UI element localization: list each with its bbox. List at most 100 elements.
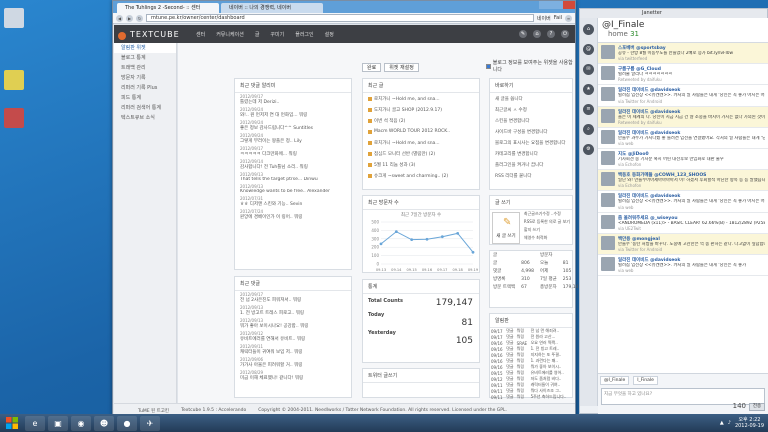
fail-label[interactable]: Fail (554, 15, 562, 21)
power-icon[interactable]: ⏻ (561, 30, 569, 38)
post-item[interactable]: Macm WORLD TOUR 2012 ROCK.. (363, 126, 479, 137)
timeline[interactable]: 스포베버 @sportsbay 공유 - 한방 8월 이동무도를 만들었다 2배로… (598, 43, 768, 373)
reply-item[interactable]: 2012/09/11 캐릭터들이 귀여워 보입 저.. 뭐링 (235, 343, 351, 356)
avatar[interactable] (601, 151, 615, 166)
shortcut-link[interactable]: 카테고리를 변경합니다 (490, 148, 572, 159)
footer-home[interactable]: TuME 된 트고킨 (138, 408, 169, 414)
mention-icon[interactable]: @ (583, 44, 594, 55)
tweet[interactable]: 지도 @JiDoo0 기자회견 중 기자분 혹시 어린 대선후보 만임화로 대판 … (598, 149, 768, 171)
reply-item[interactable]: 2012/09/12 유비트에러를 연해서 유비트.. 뭐링 (235, 330, 351, 343)
post-item[interactable]: 슈크게 ~sweet and charming.. (2) (363, 170, 479, 181)
menu-item[interactable]: 꾸미기 (270, 31, 284, 38)
sidebar-item[interactable]: 방문자 기록 (114, 73, 176, 83)
tweet[interactable]: 일라진 데이비드 @davidseok 만들수 과수가 가지다웠 좋 틀려젼 입선… (598, 128, 768, 150)
blog-info-checkbox[interactable]: 블로그 정보를 보여주는 위젯을 사용합니다 (486, 59, 575, 73)
comment-item[interactable]: 2012/09/24 그렇게 부러이는 왕플은 정.. Lily (235, 132, 351, 145)
sidebar-item[interactable]: 트래백 관리 (114, 63, 176, 73)
folder-icon[interactable]: ▣ (48, 415, 68, 431)
complete-button[interactable]: 완료 (362, 63, 382, 72)
clock[interactable]: 오후 2:22 2012-09-19 (735, 417, 764, 429)
maximize-button[interactable] (551, 1, 563, 9)
menu-item[interactable]: 설정 (325, 31, 334, 38)
comment-item[interactable]: 2012/09/17 틀렸는데 저 Derizi.. (235, 93, 351, 106)
avatar[interactable] (601, 214, 615, 229)
minimize-button[interactable] (539, 1, 551, 9)
sidebar-item[interactable]: 알림판 위젯 (114, 43, 176, 53)
reset-widget-button[interactable]: 위젯 재설정 (384, 63, 419, 72)
post-item[interactable]: 점심드 모니터 선반 (별림만) (2) (363, 148, 479, 159)
menu-item[interactable]: 센터 (196, 31, 205, 38)
close-button[interactable] (563, 1, 575, 9)
notice-row[interactable]: 09/11 댓글 뭐링 5주년 축하드립니다.. (490, 394, 572, 400)
home-icon[interactable]: ⌂ (533, 30, 541, 38)
comment-item[interactable]: 2012/07/24 윈앙에 경베이인가 이 링어.. 뭐링 (235, 208, 351, 221)
menu-item[interactable]: 커뮤니케이션 (216, 31, 244, 38)
search-icon[interactable]: ⌕ (583, 124, 594, 135)
sidebar-item[interactable]: 텍스트큐브 소식 (114, 113, 176, 123)
pencil-icon[interactable]: ✎ (519, 30, 527, 38)
shortcut-link[interactable]: RSS 리더를 붙니다 (490, 170, 572, 181)
tweet[interactable]: 일라진 데이비드 @davidseok 을은 이 세계의 다. 당신이 지금 지금… (598, 106, 768, 128)
network-icon[interactable]: ▲ (720, 420, 724, 426)
avatar[interactable] (601, 108, 615, 123)
tweet[interactable]: 백만용 @mongjeal 만들수 '동탄 처방을 바꾸다. 도중에 고관한은 역… (598, 233, 768, 256)
message-icon[interactable]: ✉ (583, 64, 594, 75)
post-item[interactable]: 로치가니 ~Hold me, and sna... (363, 93, 479, 104)
tweet[interactable]: 백동호 동화가메들 @COWH_123_SHOOS 일단 와! 만들수어아제아마마… (598, 170, 768, 192)
avatar[interactable] (601, 87, 615, 102)
avatar[interactable] (601, 193, 615, 208)
browser-tab[interactable]: 네이버 :: 나의 경쟁력, 네이버 (221, 3, 323, 13)
menu-icon[interactable]: ≡ (565, 14, 572, 22)
avatar[interactable] (601, 45, 615, 59)
account-tab[interactable]: @I_Finale (600, 376, 630, 385)
reply-item[interactable]: 2012/08/29 미금 이해 체료했나! 같니다! 뭐링 (235, 369, 351, 382)
textcube-logo[interactable]: TEXTCUBE (114, 30, 196, 40)
shortcut-link[interactable]: 스킨을 변경합니다 (490, 115, 572, 126)
list-icon[interactable]: ≡ (583, 104, 594, 115)
reload-icon[interactable]: ↻ (136, 14, 143, 22)
avatar[interactable] (601, 66, 615, 81)
desktop-app-icon[interactable] (4, 70, 24, 90)
account-tab[interactable]: I_Finale (633, 376, 658, 385)
sidebar-item[interactable]: 리퍼러 검색어 통계 (114, 103, 176, 113)
tweet[interactable]: 일라진 데이비드 @davidseok 빌려짐 입선장 <<슈켄켄>>. 캬처의 … (598, 191, 768, 213)
home-icon[interactable]: ⌂ (583, 24, 594, 35)
help-icon[interactable]: ? (547, 30, 555, 38)
comment-item[interactable]: 2012/09/24 좋은 정보 감사드립니다^^ Suntitles (235, 119, 351, 132)
comment-item[interactable]: 2012/09/13 That tells the target ptrse...… (235, 171, 351, 183)
comment-item[interactable]: 2012/07/31 ㅎㅎ 디저앤 스킨와 기능.. Sevin (235, 195, 351, 208)
comment-item[interactable]: 2012/09/14 감사합니다! 전 Tuh틀님 소리.. 뭐링 (235, 158, 351, 171)
shortcut-link[interactable]: 새 글을 씁니다 (490, 93, 572, 104)
bird-icon[interactable]: ✈ (140, 415, 160, 431)
post-item[interactable]: 이번 석 적음 (2) (363, 115, 479, 126)
shortcut-link[interactable]: 플러그인을 켜거나 끕니다 (490, 159, 572, 170)
reply-item[interactable]: 2012/09/13 1. 전 방고트 트레스 피로고.. 뭐링 (235, 304, 351, 317)
browser-tab[interactable]: The Tuhlings 2 -Second- :: 센터 (117, 3, 219, 13)
reply-item[interactable]: 2012/09/06 가가사 아울은 피려워할 거.. 뭐링 (235, 356, 351, 369)
shortcut-link[interactable]: 사이드바 구성을 변경합니다 (490, 126, 572, 137)
avatar[interactable] (601, 257, 615, 272)
checkbox-icon[interactable] (486, 63, 491, 69)
post-item[interactable]: 5월 11 리늄 성과 (3) (363, 159, 479, 170)
desktop-app-icon[interactable] (4, 108, 24, 128)
comment-item[interactable]: 2012/09/13 Knowledge wants to be free.. A… (235, 183, 351, 195)
writer-link[interactable]: RSS로 등록한 의로 글 보기 (522, 218, 572, 226)
sidebar-item[interactable]: 블로그 통계 (114, 53, 176, 63)
settings-icon[interactable]: ⚙ (583, 144, 594, 155)
favorite-icon[interactable]: ★ (583, 84, 594, 95)
avatar[interactable] (601, 172, 615, 187)
address-bar[interactable]: mtune.pe.kr/owner/center/dashboard (146, 14, 534, 22)
tweet[interactable]: 일라진 데이비드 @davidseok 빌려짐 입선장 <<슈켄켄>>. 캬처의 … (598, 255, 768, 277)
firefox-icon[interactable]: ◉ (71, 415, 91, 431)
writer-link[interactable]: 체영수 최적화 (522, 234, 572, 242)
start-button[interactable] (2, 416, 22, 431)
send-button[interactable]: 전송 (749, 403, 765, 411)
volume-icon[interactable]: ♪ (728, 420, 731, 426)
recycle-bin-icon[interactable] (4, 8, 24, 28)
menu-item[interactable]: 글 (255, 31, 260, 38)
writer-link[interactable]: 최근글쓰기수정 ..수정 (522, 210, 572, 218)
back-icon[interactable]: ◀ (116, 14, 123, 22)
tweet[interactable]: 좀 올려워주세요 @_wiseyou <ANDROMEDA (x11)> - BA… (598, 213, 768, 234)
tweet[interactable]: 스포베버 @sportsbay 공유 - 한방 8월 이동무도를 만들었다 2배로… (598, 43, 768, 65)
writer-link[interactable]: 할지 쓰기 (522, 226, 572, 234)
